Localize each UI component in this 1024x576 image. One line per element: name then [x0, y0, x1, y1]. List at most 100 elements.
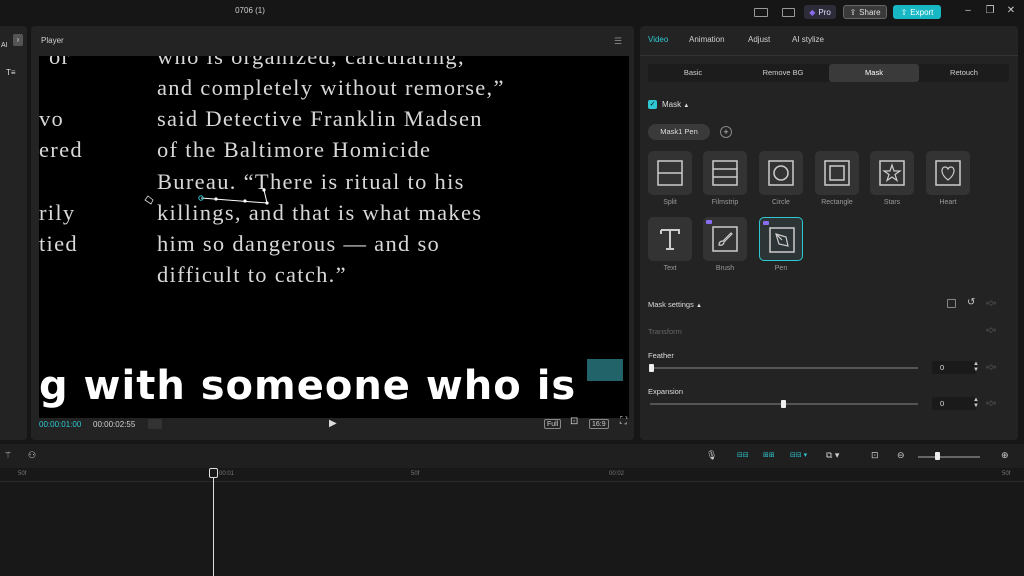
- tab-ai-stylize[interactable]: AI stylize: [792, 35, 824, 44]
- selection-box[interactable]: [587, 359, 623, 381]
- timeline-ruler[interactable]: 50f 00:01 50f 00:02 50f: [0, 468, 1024, 482]
- mask-tile-split[interactable]: [648, 151, 692, 195]
- snap-icon[interactable]: ⊞⊞: [763, 450, 775, 462]
- mask-settings-label[interactable]: Mask settings ▲: [648, 300, 702, 309]
- add-mask-icon[interactable]: +: [720, 126, 732, 138]
- tab-animation[interactable]: Animation: [689, 35, 725, 44]
- export-button[interactable]: ⇧ Export: [893, 5, 941, 19]
- keyframe-icon[interactable]: ‹◇›: [986, 326, 996, 334]
- maximize-icon[interactable]: ❐: [983, 5, 997, 16]
- mask-tile-text[interactable]: [648, 217, 692, 261]
- tile-label: Text: [663, 265, 677, 272]
- share-button[interactable]: ⇪ Share: [843, 5, 887, 19]
- pro-badge: [763, 221, 769, 225]
- total-time: 00:00:02:55: [93, 420, 136, 429]
- subtab-bar: Basic Remove BG Mask Retouch: [648, 64, 1009, 82]
- subtab-retouch[interactable]: Retouch: [919, 64, 1009, 82]
- export-icon: ⇧: [900, 7, 908, 17]
- microphone-icon[interactable]: 🎙: [706, 450, 717, 461]
- keyframe-icon[interactable]: ‹◇›: [986, 399, 996, 407]
- text-style-icon[interactable]: T≡: [6, 68, 16, 77]
- inspector-tabs: Video Animation Adjust AI stylize: [640, 26, 1018, 56]
- fullscreen-icon[interactable]: ⛶: [618, 417, 629, 427]
- tile-label: Stars: [883, 199, 901, 206]
- zoom-slider-handle[interactable]: [935, 452, 940, 460]
- player-title: Player: [41, 36, 64, 45]
- star-icon: [879, 160, 905, 186]
- feather-label: Feather: [648, 351, 674, 360]
- feather-value-input[interactable]: 0: [932, 361, 976, 374]
- feather-slider-handle[interactable]: [649, 364, 654, 372]
- reset-icon[interactable]: ↺: [967, 297, 975, 308]
- player-panel: Player ☰ who is organized, calculating, …: [31, 26, 634, 440]
- mask-section-label[interactable]: Mask ▲: [662, 100, 689, 109]
- mask-tile-brush[interactable]: [703, 217, 747, 261]
- video-fragment: tied: [39, 231, 78, 256]
- mask-checkbox[interactable]: ✓: [648, 100, 657, 109]
- video-preview[interactable]: who is organized, calculating, and compl…: [39, 56, 629, 418]
- playhead[interactable]: [213, 468, 214, 576]
- tab-video[interactable]: Video: [648, 35, 668, 44]
- mask-label-text: Mask: [662, 100, 682, 109]
- play-icon[interactable]: ▶: [329, 418, 337, 429]
- expansion-stepper-icon[interactable]: ▲ ▼: [973, 397, 979, 409]
- link-clips-icon[interactable]: ⊟⊟ ▾: [790, 450, 807, 462]
- mask-tile-filmstrip[interactable]: [703, 151, 747, 195]
- share-label: Share: [859, 7, 881, 17]
- keyframe-icon[interactable]: ‹◇›: [986, 299, 996, 307]
- video-fragment: rily: [39, 200, 76, 225]
- menu-icon[interactable]: ☰: [614, 36, 622, 47]
- subtab-mask[interactable]: Mask: [829, 64, 919, 82]
- tile-label: Heart: [939, 199, 957, 206]
- minimize-icon[interactable]: –: [961, 5, 975, 16]
- pro-button[interactable]: ◆ Pro: [804, 5, 836, 19]
- mask-tile-rectangle[interactable]: [815, 151, 859, 195]
- crop-icon[interactable]: ⊡: [568, 417, 580, 427]
- zoom-out-icon[interactable]: ⊖: [897, 450, 905, 461]
- expansion-label: Expansion: [648, 387, 684, 396]
- zoom-in-icon[interactable]: ⊕: [1001, 450, 1009, 461]
- subtab-basic[interactable]: Basic: [648, 64, 738, 82]
- layout-icon[interactable]: [754, 8, 768, 17]
- expansion-value-input[interactable]: 0: [932, 397, 976, 410]
- preview-axis-icon[interactable]: ⊡: [871, 450, 879, 461]
- timecode-grid-icon[interactable]: [148, 419, 162, 429]
- person-icon[interactable]: ⚇: [28, 450, 36, 461]
- ratio-button[interactable]: 16:9: [589, 419, 609, 429]
- split-screen-icon[interactable]: ⧉ ▾: [826, 450, 839, 461]
- invert-mask-icon[interactable]: [947, 299, 956, 308]
- close-icon[interactable]: ✕: [1004, 5, 1018, 16]
- link-main-track-icon[interactable]: ⊟⊟: [737, 450, 749, 462]
- left-panel: AI › T≡: [0, 26, 27, 440]
- mask-chip[interactable]: Mask1 Pen: [648, 124, 710, 140]
- mask-tile-circle[interactable]: [759, 151, 803, 195]
- mask-tile-pen[interactable]: [759, 217, 803, 261]
- full-button[interactable]: Full: [544, 419, 562, 429]
- current-time: 00:00:01:00: [39, 420, 82, 429]
- tile-label: Split: [663, 199, 677, 206]
- magic-wand-icon[interactable]: ⚚: [4, 450, 12, 461]
- keyboard-icon[interactable]: [782, 8, 795, 17]
- chevron-up-icon: ▲: [695, 303, 702, 309]
- mask-tile-stars[interactable]: [870, 151, 914, 195]
- expand-panel-icon[interactable]: ›: [13, 34, 23, 46]
- caption-text: g with someone who is: [39, 363, 577, 409]
- tile-label: Filmstrip: [711, 199, 739, 206]
- feather-stepper-icon[interactable]: ▲ ▼: [973, 361, 979, 373]
- mask-tile-heart[interactable]: [926, 151, 970, 195]
- feather-slider[interactable]: [650, 367, 918, 369]
- filmstrip-icon: [712, 160, 738, 186]
- video-fragment: ered: [39, 137, 83, 162]
- video-text-line: of the Baltimore Homicide: [157, 137, 432, 162]
- ai-label[interactable]: AI: [1, 42, 8, 49]
- tab-adjust[interactable]: Adjust: [748, 35, 770, 44]
- zoom-slider[interactable]: [918, 456, 980, 458]
- pro-badge: [706, 220, 712, 224]
- playhead-handle[interactable]: [209, 468, 218, 478]
- pen-mask-path[interactable]: [139, 186, 279, 236]
- heart-icon: [935, 160, 961, 186]
- subtab-remove-bg[interactable]: Remove BG: [738, 64, 828, 82]
- expansion-slider-handle[interactable]: [781, 400, 786, 408]
- keyframe-icon[interactable]: ‹◇›: [986, 363, 996, 371]
- chevron-up-icon: ▲: [683, 103, 690, 109]
